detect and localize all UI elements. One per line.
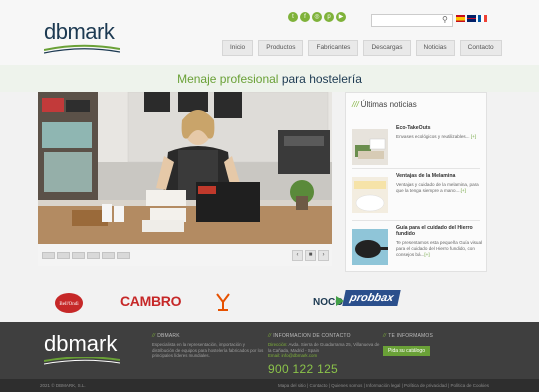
nav-contacto[interactable]: Contacto [459, 40, 502, 56]
logo-text: dbmark [44, 19, 115, 44]
news-item-text: Envases ecológicos y reutilizables... [+… [396, 134, 484, 140]
news-thumb-image [352, 229, 388, 265]
brand-strip: Bell'Ondì CAMBRO NOCO probbax [0, 278, 539, 322]
news-panel-title: ///Últimas noticias [352, 100, 417, 109]
news-thumb-image [352, 129, 388, 165]
social-links: t f ◎ p ▶ [288, 12, 346, 22]
brand-emblem-logo[interactable] [215, 292, 231, 317]
request-catalog-button[interactable]: Pida su catálogo [383, 346, 430, 356]
footer-about-heading: //DBMARK [152, 333, 267, 339]
news-text: Te presentamos esta pequeña Guía visual … [396, 240, 483, 257]
brand-cambro-logo[interactable]: CAMBRO [120, 293, 182, 309]
pinterest-icon[interactable]: p [324, 12, 334, 22]
footer-col-about: //DBMARK Especialista en la representaci… [152, 333, 267, 359]
email-link[interactable]: info@dbmark.com [281, 353, 317, 358]
heading-prefix: // [383, 333, 387, 339]
search-input[interactable] [371, 14, 453, 27]
flag-es-icon[interactable] [456, 15, 465, 22]
phone-number[interactable]: 900 122 125 [268, 362, 383, 376]
slider-dot[interactable] [117, 252, 130, 259]
language-selector [456, 15, 487, 22]
email-label: Email: [268, 353, 281, 359]
heading-prefix: // [152, 333, 156, 339]
news-text: Envases ecológicos y reutilizables... [396, 134, 470, 139]
news-thumb-image [352, 177, 388, 213]
hero-photo [38, 92, 332, 244]
heading-prefix: // [268, 333, 272, 339]
tagline-part3: hostelería [309, 72, 362, 86]
divider [352, 220, 480, 221]
logo-swoosh-icon [44, 44, 120, 54]
footer-about-text: Especialista en la representación, impor… [152, 342, 264, 359]
footer-newsletter-heading: //TE INFORMAMOS [383, 333, 433, 339]
brand-cambro-text: CAMBRO [120, 293, 182, 309]
news-title-text: Últimas noticias [360, 100, 417, 109]
slider-dot[interactable] [42, 252, 55, 259]
slider-dots [42, 252, 130, 259]
nav-fabricantes[interactable]: Fabricantes [308, 40, 359, 56]
news-text: Ventajas y cuidado de la melamina, para … [396, 182, 479, 193]
legal-links[interactable]: Mapa del sitio | Contacto | Quienes somo… [278, 383, 489, 388]
brand-probbax-text: probbax [342, 290, 402, 306]
footer-contact-address: Dirección: Avda. Sierra de Guadarrama 25… [268, 342, 383, 359]
news-item[interactable]: Guía para el cuidado del Hierro fundido … [352, 225, 482, 269]
nav-descargas[interactable]: Descargas [363, 40, 411, 56]
news-item-text: Te presentamos esta pequeña Guía visual … [396, 240, 484, 258]
nav-productos[interactable]: Productos [258, 40, 304, 56]
slider-arrows: ‹ ■ › [292, 250, 329, 261]
read-more-link[interactable]: [+] [471, 134, 476, 139]
heading-text: DBMARK [157, 333, 180, 339]
news-item-title[interactable]: Guía para el cuidado del Hierro fundido [396, 225, 484, 237]
header: dbmark t f ◎ p ▶ ⚲ Inicio Productos Fabr… [0, 0, 539, 65]
heading-text: INFORMACION DE CONTACTO [273, 333, 351, 339]
brand-probbax-logo[interactable]: probbax [342, 290, 402, 306]
news-item-title[interactable]: Ventajas de la Melamina [396, 173, 484, 179]
logo[interactable]: dbmark [44, 19, 120, 56]
footer-col-newsletter: //TE INFORMAMOS Pida su catálogo [383, 333, 433, 357]
tagline: Menaje profesional para hostelería [0, 72, 539, 86]
slider-dot[interactable] [72, 252, 85, 259]
slider-dot[interactable] [87, 252, 100, 259]
footer-contact-heading: //INFORMACION DE CONTACTO [268, 333, 383, 339]
search-icon[interactable]: ⚲ [442, 15, 448, 24]
news-item-text: Ventajas y cuidado de la melamina, para … [396, 182, 484, 194]
read-more-link[interactable]: [+] [461, 188, 466, 193]
tagline-part1: Menaje profesional [177, 72, 279, 86]
slider-prev-button[interactable]: ‹ [292, 250, 303, 261]
news-item[interactable]: Eco-TakeOuts Envases ecológicos y reutil… [352, 125, 482, 165]
facebook-icon[interactable]: f [300, 12, 310, 22]
instagram-icon[interactable]: ◎ [312, 12, 322, 22]
slider-pause-button[interactable]: ■ [305, 250, 316, 261]
title-prefix: /// [352, 100, 359, 109]
page: dbmark t f ◎ p ▶ ⚲ Inicio Productos Fabr… [0, 0, 539, 392]
slider-dot[interactable] [102, 252, 115, 259]
news-panel: ///Últimas noticias Eco-TakeOuts Envases… [345, 92, 487, 272]
main-nav: Inicio Productos Fabricantes Descargas N… [222, 40, 502, 56]
brand-noco-logo[interactable]: NOCO [312, 293, 346, 314]
twitter-icon[interactable]: t [288, 12, 298, 22]
nav-noticias[interactable]: Noticias [415, 40, 455, 56]
read-more-link[interactable]: [+] [424, 252, 429, 257]
copyright: 2021 © DBMARK, S.L. [40, 383, 86, 388]
footer-logo-text: dbmark [44, 331, 118, 356]
flag-fr-icon[interactable] [478, 15, 487, 22]
address-label: Dirección: [268, 342, 288, 347]
hero-slider-image[interactable] [38, 92, 332, 244]
footer-logo[interactable]: dbmark [43, 331, 121, 372]
footer-col-contact: //INFORMACION DE CONTACTO Dirección: Avd… [268, 333, 383, 376]
brand-bellondi-logo[interactable]: Bell'Ondì [54, 292, 84, 319]
news-item-title[interactable]: Eco-TakeOuts [396, 125, 484, 131]
tagline-part2: para [281, 72, 306, 86]
nav-inicio[interactable]: Inicio [222, 40, 254, 56]
brand-bellondi-text: Bell'Ondì [59, 302, 79, 307]
slider-next-button[interactable]: › [318, 250, 329, 261]
heading-text: TE INFORMAMOS [388, 333, 434, 339]
news-item[interactable]: Ventajas de la Melamina Ventajas y cuida… [352, 173, 482, 217]
divider [352, 168, 480, 169]
slider-dot[interactable] [57, 252, 70, 259]
footer-logo-swoosh-icon [43, 356, 121, 365]
flag-uk-icon[interactable] [467, 15, 476, 22]
youtube-icon[interactable]: ▶ [336, 12, 346, 22]
